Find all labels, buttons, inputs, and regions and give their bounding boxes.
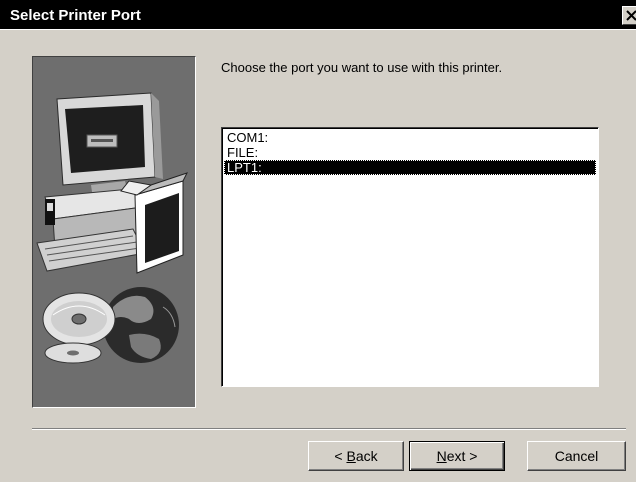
port-listbox[interactable]: COM1: FILE: LPT1: <box>221 127 599 387</box>
port-item-com1[interactable]: COM1: <box>224 130 596 145</box>
title-bar: Select Printer Port <box>0 0 636 29</box>
port-item-lpt1[interactable]: LPT1: <box>224 160 596 175</box>
next-button-label: Next > <box>437 448 478 464</box>
close-icon <box>626 10 636 21</box>
port-item-file[interactable]: FILE: <box>224 145 596 160</box>
next-mnemonic: N <box>436 448 447 464</box>
close-button[interactable] <box>622 6 636 25</box>
next-button[interactable]: Next > <box>409 441 505 471</box>
back-post: ack <box>355 448 378 464</box>
back-button-label: < Back <box>334 448 377 464</box>
wizard-illustration <box>32 56 196 408</box>
back-button[interactable]: < Back <box>308 441 404 471</box>
select-printer-port-dialog: Select Printer Port Choose the port you … <box>0 0 636 482</box>
back-mnemonic: B <box>346 448 356 464</box>
window-title: Select Printer Port <box>10 7 141 24</box>
cancel-button[interactable]: Cancel <box>527 441 626 471</box>
button-separator <box>32 428 626 430</box>
instruction-text: Choose the port you want to use with thi… <box>221 60 503 75</box>
next-post: ext > <box>446 448 478 464</box>
computer-with-box-and-cds-globe-icon <box>36 92 188 364</box>
back-pre: < <box>334 448 347 464</box>
